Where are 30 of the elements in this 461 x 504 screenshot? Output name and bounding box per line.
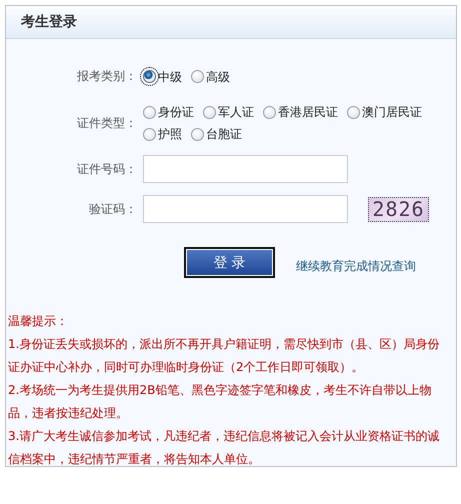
note-item: 2.考场统一为考生提供用2B铅笔、黑色字迹签字笔和橡皮，考生不许自带以上物品，违者按违纪处理。 bbox=[8, 382, 432, 422]
field-label: 证件类型： bbox=[77, 114, 137, 132]
id-number-field[interactable] bbox=[143, 155, 348, 183]
captcha-code[interactable]: 2826 bbox=[368, 196, 429, 222]
field-label: 验证码： bbox=[89, 200, 137, 218]
radio-option[interactable]: 高级 bbox=[191, 68, 230, 84]
radio-button[interactable] bbox=[143, 70, 156, 83]
radio-option[interactable]: 身份证 bbox=[143, 104, 194, 120]
field-label: 证件号码： bbox=[77, 160, 137, 178]
radio-option[interactable]: 澳门居民证 bbox=[347, 104, 422, 120]
field-label: 报考类别： bbox=[77, 68, 137, 85]
query-link[interactable]: 继续教育完成情况查询 bbox=[296, 258, 416, 275]
radio-button[interactable] bbox=[263, 106, 276, 118]
radio-option[interactable]: 中级 bbox=[143, 68, 182, 84]
note-item: 3.请广大考生诚信参加考试，凡违纪者，违纪信息将被记入会计从业资格证书的诚信档案中，违纪情节严重者，将告知本人单位。 bbox=[8, 428, 440, 468]
notes-title: 温馨提示： bbox=[8, 313, 69, 330]
radio-option[interactable]: 护照 bbox=[143, 126, 182, 142]
radio-button[interactable] bbox=[347, 106, 360, 118]
radio-option[interactable]: 军人证 bbox=[203, 104, 254, 120]
radio-option[interactable]: 台胞证 bbox=[191, 126, 242, 142]
login-button[interactable]: 登 录 bbox=[184, 247, 275, 278]
radio-button[interactable] bbox=[191, 70, 204, 83]
panel-title: 考生登录 bbox=[6, 6, 456, 39]
note-item: 1.身份证丢失或损坏的，派出所不再开具户籍证明，需尽快到市（县、区）局身份证办证中心补办，同时可办理临时身份证（2个工作日即可领取）。 bbox=[8, 336, 440, 376]
captcha-field[interactable] bbox=[143, 195, 348, 223]
radio-button[interactable] bbox=[203, 106, 216, 118]
radio-button[interactable] bbox=[143, 128, 156, 140]
radio-button[interactable] bbox=[143, 106, 156, 118]
radio-button[interactable] bbox=[191, 128, 204, 140]
radio-option[interactable]: 香港居民证 bbox=[263, 104, 338, 120]
